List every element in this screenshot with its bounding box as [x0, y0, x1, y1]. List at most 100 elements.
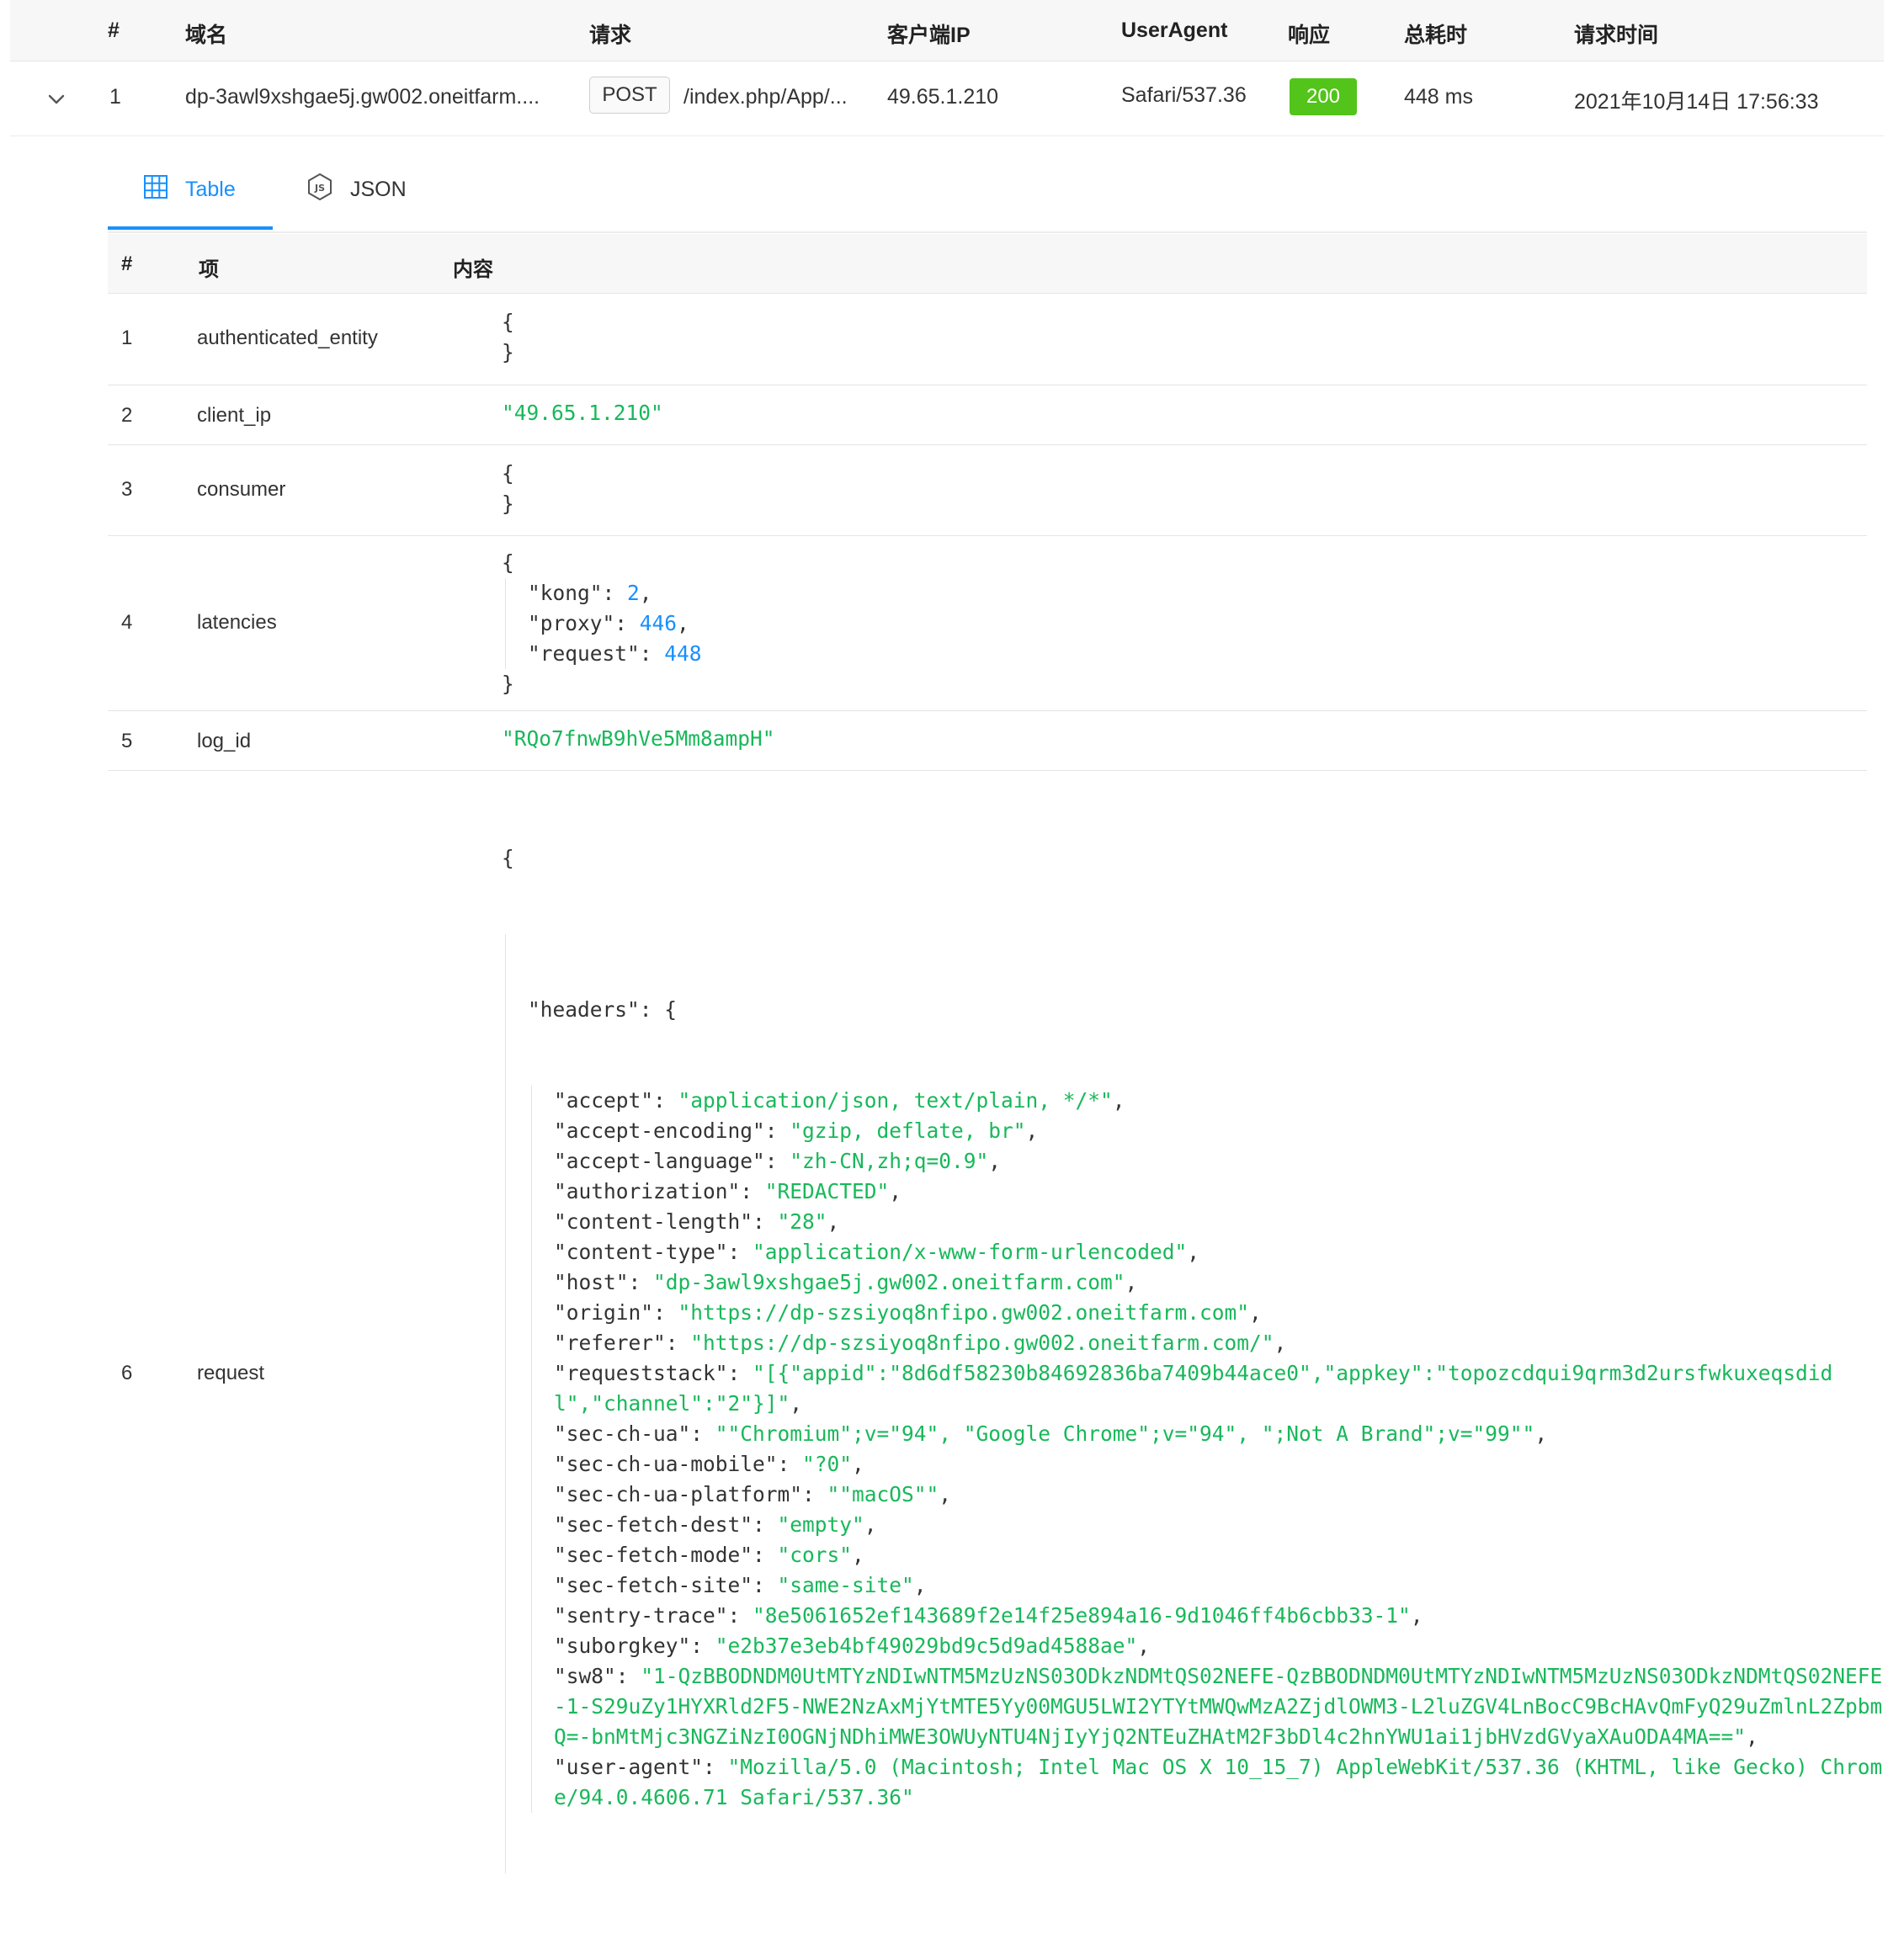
header-value: "e2b37e3eb4bf49029bd9c5d9ad4588ae" — [715, 1634, 1138, 1658]
row-key: consumer — [197, 478, 286, 501]
col-request-time: 请求时间 — [1574, 24, 1659, 47]
header-value: ""Chromium";v="94", "Google Chrome";v="9… — [715, 1421, 1535, 1446]
tab-table[interactable]: Table — [143, 173, 236, 206]
main-table-header: # 域名 请求 客户端IP UserAgent 响应 总耗时 请求时间 — [10, 0, 1884, 61]
header-value: "[{"appid":"8d6df58230b84692836ba7409b44… — [753, 1361, 1833, 1385]
headers-object: "accept": "application/json, text/plain,… — [531, 1086, 1882, 1813]
header-value: ""macOS"" — [827, 1482, 939, 1506]
header-value-continuation: Q=-bnMtMjc3NGZiNzI0OGNjNDhiMWE3OWUyNTU4N… — [554, 1724, 1758, 1749]
header-key: "content-type" — [554, 1240, 728, 1264]
active-tab-indicator — [108, 226, 273, 230]
json-value: {"kong": 2, "proxy": 446, "request": 448} — [502, 550, 702, 696]
latency-request: 448 — [664, 641, 702, 666]
table-row: 1 authenticated_entity { } — [108, 294, 1867, 385]
header-value: "dp-3awl9xshgae5j.gw002.oneitfarm.com" — [653, 1270, 1125, 1294]
header-entry: "sec-ch-ua-mobile": "?0", — [554, 1452, 864, 1476]
header-key: "sec-ch-ua" — [554, 1421, 691, 1446]
header-key: "sw8" — [554, 1664, 616, 1688]
header-entry: "accept-language": "zh-CN,zh;q=0.9", — [554, 1149, 1002, 1173]
header-value-continuation: -1-S29uZy1HYXRld2F5-NWE2NzAxMjYtMTE5Yy00… — [554, 1692, 1882, 1722]
table-row: 4 latencies {"kong": 2, "proxy": 446, "req… — [108, 536, 1867, 711]
header-value-wrap: e/94.0.4606.71 Safari/537.36" — [554, 1785, 914, 1809]
header-value: "gzip, deflate, br" — [790, 1118, 1026, 1143]
header-key: "sec-ch-ua-platform" — [554, 1482, 803, 1506]
svg-text:JS: JS — [314, 183, 325, 194]
tab-json[interactable]: JS JSON — [306, 173, 407, 206]
row-user-agent: Safari/537.36 — [1121, 83, 1247, 107]
header-value-continuation: l","channel":"2"}]", — [554, 1391, 803, 1416]
header-entry: "sec-fetch-dest": "empty", — [554, 1512, 877, 1537]
col-domain: 域名 — [185, 24, 228, 47]
col-user-agent: UserAgent — [1121, 19, 1228, 42]
view-tabs: Table JS JSON — [108, 147, 1867, 233]
col-client-ip: 客户端IP — [887, 24, 971, 47]
json-value: { } — [502, 310, 514, 364]
tab-json-label: JSON — [350, 177, 407, 201]
json-string-value: "RQo7fnwB9hVe5Mm8ampH" — [502, 726, 775, 751]
header-key: "sec-fetch-site" — [554, 1573, 753, 1597]
header-value-wrap: Q=-bnMtMjc3NGZiNzI0OGNjNDhiMWE3OWUyNTU4N… — [554, 1724, 1747, 1749]
row-key: client_ip — [197, 404, 272, 427]
header-entry: "accept": "application/json, text/plain,… — [554, 1088, 1125, 1113]
table-row[interactable]: 1 dp-3awl9xshgae5j.gw002.oneitfarm.... P… — [10, 61, 1884, 136]
header-entry: "sw8": "1-QzBBODNDM0UtMTYzNDIwNTM5MzUzNS… — [554, 1664, 1883, 1688]
row-key: authenticated_entity — [197, 327, 378, 349]
header-key: "authorization" — [554, 1179, 741, 1203]
row-duration: 448 ms — [1404, 85, 1473, 109]
tab-table-label: Table — [185, 177, 236, 201]
json-value: { } — [502, 461, 514, 516]
header-key: "accept" — [554, 1088, 654, 1113]
json-hexagon-icon: JS — [306, 173, 350, 207]
header-key: "content-length" — [554, 1209, 753, 1234]
log-detail-view: # 域名 请求 客户端IP UserAgent 响应 总耗时 请求时间 1 dp… — [0, 0, 1904, 1873]
header-key: "user-agent" — [554, 1755, 704, 1779]
row-domain: dp-3awl9xshgae5j.gw002.oneitfarm.... — [185, 85, 540, 109]
header-key: "sec-fetch-dest" — [554, 1512, 753, 1537]
table-grid-icon — [143, 174, 185, 205]
header-value: "https://dp-szsiyoq8nfipo.gw002.oneitfar… — [678, 1300, 1250, 1325]
row-key: request — [197, 1362, 265, 1384]
row-number: 3 — [121, 478, 133, 501]
header-value: "application/json, text/plain, */*" — [678, 1088, 1113, 1113]
header-key: "suborgkey" — [554, 1634, 691, 1658]
latency-kong: 2 — [627, 581, 640, 605]
json-string-value: "49.65.1.210" — [502, 401, 663, 425]
header-value: "1-QzBBODNDM0UtMTYzNDIwNTM5MzUzNS03ODkzN… — [641, 1664, 1883, 1688]
header-entry: "authorization": "REDACTED", — [554, 1179, 902, 1203]
header-entry: "sec-ch-ua-platform": ""macOS"", — [554, 1482, 952, 1506]
header-entry: "sentry-trace": "8e5061652ef143689f2e14f… — [554, 1603, 1423, 1628]
header-key: "host" — [554, 1270, 629, 1294]
detail-col-index: # — [121, 252, 133, 275]
header-key: "accept-encoding" — [554, 1118, 765, 1143]
header-value: "28" — [777, 1209, 827, 1234]
header-value: "REDACTED" — [764, 1179, 890, 1203]
detail-table-header: # 项 内容 — [108, 234, 1867, 294]
header-entry: "suborgkey": "e2b37e3eb4bf49029bd9c5d9ad… — [554, 1634, 1151, 1658]
table-row: 5 log_id "RQo7fnwB9hVe5Mm8ampH" — [108, 711, 1867, 771]
header-entry: "sec-fetch-mode": "cors", — [554, 1543, 864, 1567]
row-time: 2021年10月14日 17:56:33 — [1574, 90, 1819, 114]
header-entry: "requeststack": "[{"appid":"8d6df58230b8… — [554, 1361, 1833, 1385]
status-badge: 200 — [1290, 78, 1357, 115]
header-entry: "sec-fetch-site": "same-site", — [554, 1573, 927, 1597]
header-entry: "host": "dp-3awl9xshgae5j.gw002.oneitfar… — [554, 1270, 1138, 1294]
header-value: "same-site" — [777, 1573, 914, 1597]
header-key: "requeststack" — [554, 1361, 728, 1385]
latency-proxy: 446 — [639, 611, 678, 635]
row-number: 1 — [121, 327, 133, 349]
header-key: "sentry-trace" — [554, 1603, 728, 1628]
chevron-down-icon[interactable] — [42, 85, 71, 114]
header-entry: "accept-encoding": "gzip, deflate, br", — [554, 1118, 1039, 1143]
row-number: 4 — [121, 611, 133, 634]
detail-col-content: 内容 — [453, 258, 493, 281]
header-value: "Mozilla/5.0 (Macintosh; Intel Mac OS X … — [727, 1755, 1883, 1779]
header-value: "https://dp-szsiyoq8nfipo.gw002.oneitfar… — [690, 1331, 1274, 1355]
header-entry: "sec-ch-ua": ""Chromium";v="94", "Google… — [554, 1421, 1548, 1446]
header-value: "empty" — [777, 1512, 864, 1537]
header-value-wrap: -1-S29uZy1HYXRld2F5-NWE2NzAxMjYtMTE5Yy00… — [554, 1694, 1883, 1719]
method-badge: POST — [589, 77, 670, 114]
table-row: 2 client_ip "49.65.1.210" — [108, 385, 1867, 445]
col-duration: 总耗时 — [1404, 24, 1468, 47]
table-row: 3 consumer { } — [108, 445, 1867, 536]
header-key: "origin" — [554, 1300, 654, 1325]
